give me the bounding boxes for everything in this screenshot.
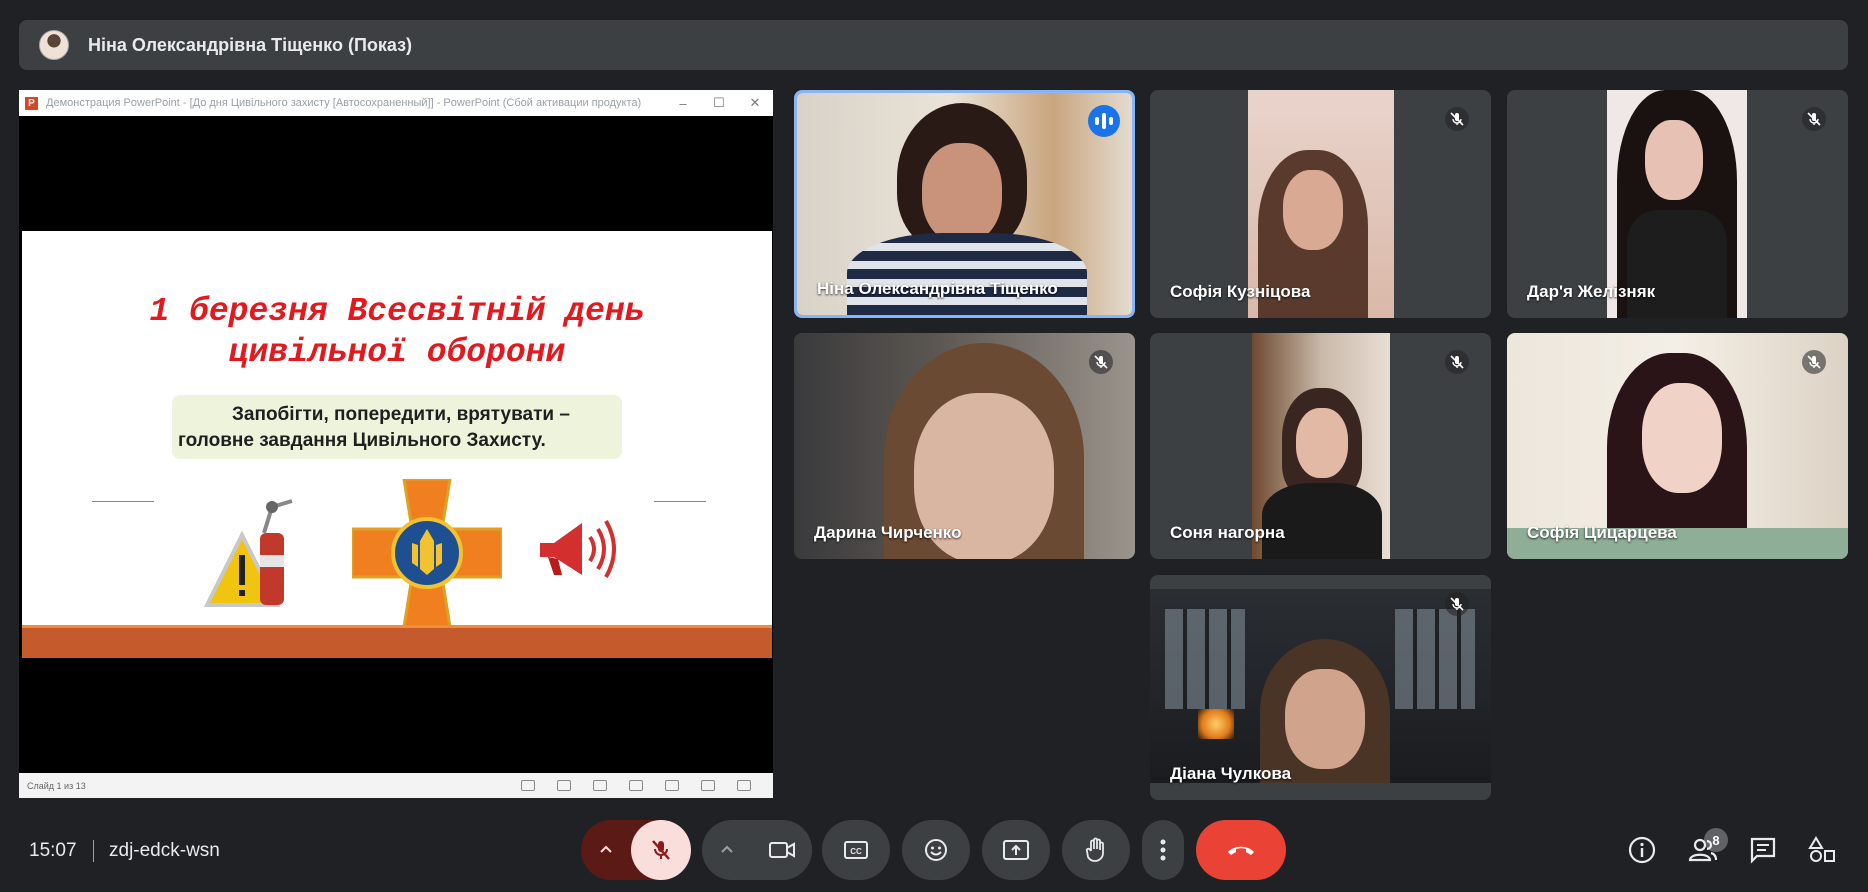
- presenter-avatar: [39, 30, 69, 60]
- notes-icon[interactable]: [557, 780, 571, 791]
- info-icon: [1628, 836, 1656, 864]
- slide-subtitle-line-1: Запобігти, попередити, врятувати –: [232, 404, 570, 425]
- participant-name: Ніна Олександрівна Тіщенко: [817, 279, 1058, 298]
- mic-off-icon: [1802, 350, 1826, 374]
- close-icon: ✕: [749, 95, 761, 110]
- slide-footer-band: [22, 625, 772, 658]
- reading-view-icon[interactable]: [701, 780, 715, 791]
- slide-subtitle-line-2: головне завдання Цивільного Захисту.: [178, 430, 546, 451]
- powerpoint-logo-icon: P: [25, 96, 38, 110]
- slide-title-line-2: цивільної оборони: [228, 334, 566, 371]
- meeting-code: zdj-edck-wsn: [109, 840, 220, 861]
- camera-icon: [769, 842, 795, 858]
- present-button[interactable]: [982, 820, 1050, 880]
- mic-off-icon: [652, 840, 670, 860]
- participant-name: Дарина Чирченко: [814, 523, 962, 542]
- slide-subtitle-box: Запобігти, попередити, врятувати – голов…: [172, 395, 622, 459]
- participant-tile[interactable]: Соня нагорна: [1150, 333, 1491, 559]
- svg-text:CC: CC: [850, 847, 862, 856]
- emoji-icon: [925, 839, 947, 861]
- slide-area: 1 березня Всесвітній день цивільної обор…: [22, 116, 772, 771]
- divider: [93, 840, 94, 862]
- divider: [654, 501, 706, 502]
- speaking-indicator-icon: [1088, 105, 1120, 137]
- raise-hand-icon: [1085, 837, 1104, 862]
- minimize-icon: –: [679, 95, 687, 111]
- captions-icon: CC: [844, 841, 868, 859]
- participant-tile[interactable]: Софія Кузніцова: [1150, 90, 1491, 318]
- presenter-name: Ніна Олександрівна Тіщенко (Показ): [88, 34, 413, 55]
- participant-tile[interactable]: Софія Цицарцева: [1507, 333, 1848, 559]
- meeting-info-button[interactable]: [1626, 834, 1658, 866]
- end-call-button[interactable]: [1196, 820, 1286, 880]
- people-button[interactable]: [1687, 834, 1719, 866]
- emoji-button[interactable]: [902, 820, 970, 880]
- mic-off-icon: [1445, 107, 1469, 131]
- next-slide-icon[interactable]: [593, 780, 607, 791]
- sorter-view-icon[interactable]: [665, 780, 679, 791]
- end-call-icon: [1228, 846, 1254, 855]
- people-icon: [1688, 838, 1718, 862]
- slideshow-view-icon[interactable]: [737, 780, 751, 791]
- participant-name: Діана Чулкова: [1170, 764, 1292, 783]
- mic-off-icon: [1445, 592, 1469, 616]
- more-options-button[interactable]: [1142, 820, 1184, 880]
- captions-button[interactable]: CC: [822, 820, 890, 880]
- chat-button[interactable]: [1747, 834, 1779, 866]
- slide: 1 березня Всесвітній день цивільної обор…: [22, 231, 772, 658]
- megaphone-icon: [540, 520, 616, 578]
- control-bar: 15:07 zdj-edck-wsn CC 8: [0, 820, 1868, 880]
- mic-off-icon: [1445, 350, 1469, 374]
- shared-screen: P Демонстрация PowerPoint - [До дня Циві…: [19, 90, 773, 798]
- powerpoint-titlebar: P Демонстрация PowerPoint - [До дня Циві…: [19, 90, 773, 116]
- camera-options-button[interactable]: [702, 820, 752, 880]
- meeting-time: 15:07: [29, 840, 77, 861]
- participant-name: Дар'я Желізняк: [1527, 282, 1656, 301]
- divider: [92, 501, 154, 502]
- participant-tile[interactable]: Ніна Олександрівна Тіщенко: [794, 90, 1135, 318]
- activities-icon: [1808, 836, 1835, 862]
- present-icon: [1003, 840, 1029, 860]
- maximize-icon: ☐: [713, 95, 725, 110]
- mic-off-icon: [1802, 107, 1826, 131]
- participant-video: [1150, 589, 1491, 783]
- slide-title: 1 березня Всесвітній день цивільної обор…: [22, 291, 772, 373]
- warning-extinguisher-icon: [203, 499, 293, 607]
- raise-hand-button[interactable]: [1062, 820, 1130, 880]
- chevron-up-icon: [600, 845, 612, 853]
- normal-view-icon[interactable]: [629, 780, 643, 791]
- activities-button[interactable]: [1806, 834, 1838, 866]
- prev-slide-icon[interactable]: [521, 780, 535, 791]
- more-vert-icon: [1160, 839, 1166, 861]
- camera-control-group: [702, 820, 812, 880]
- mic-control-group: [581, 820, 691, 880]
- emergency-emblem-icon: [352, 479, 502, 627]
- slide-title-line-1: 1 березня Всесвітній день: [149, 293, 645, 330]
- participant-name: Софія Цицарцева: [1527, 523, 1677, 542]
- window-title: Демонстрация PowerPoint - [До дня Цивіль…: [46, 97, 642, 109]
- camera-toggle-button[interactable]: [752, 820, 812, 880]
- chevron-up-icon: [721, 845, 733, 853]
- participant-tile[interactable]: Дарина Чирченко: [794, 333, 1135, 559]
- participant-name: Софія Кузніцова: [1170, 282, 1311, 301]
- chat-icon: [1750, 837, 1776, 864]
- slide-counter: Слайд 1 из 13: [27, 780, 86, 791]
- participant-name: Соня нагорна: [1170, 523, 1285, 542]
- mic-options-button[interactable]: [581, 820, 631, 880]
- participant-tile[interactable]: Діана Чулкова: [1150, 575, 1491, 800]
- mic-toggle-button[interactable]: [631, 820, 691, 880]
- powerpoint-statusbar: Слайд 1 из 13: [19, 773, 773, 798]
- participant-tile[interactable]: Дар'я Желізняк: [1507, 90, 1848, 318]
- presenter-bar: Ніна Олександрівна Тіщенко (Показ): [19, 20, 1848, 70]
- mic-off-icon: [1089, 350, 1113, 374]
